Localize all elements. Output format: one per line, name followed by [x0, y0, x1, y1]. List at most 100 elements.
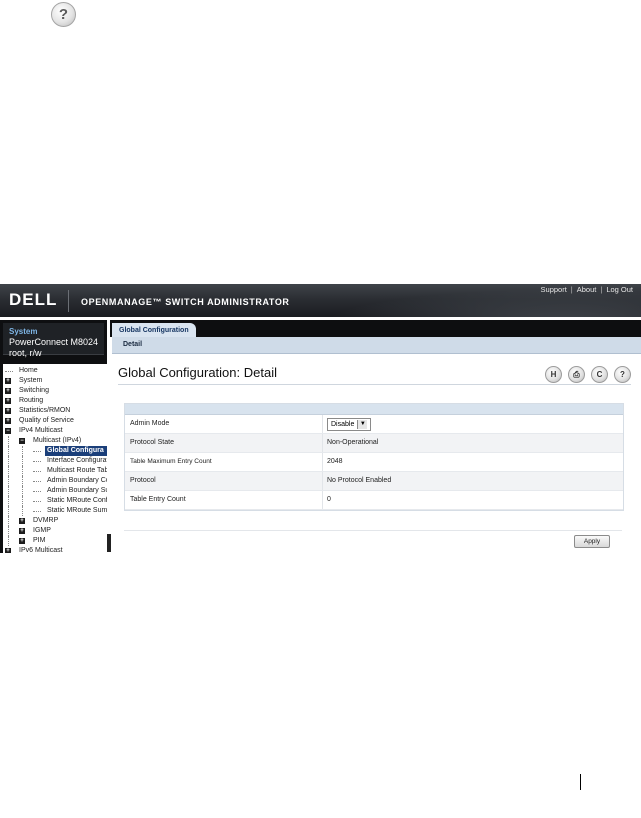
help-icon: ? — [51, 2, 76, 27]
table-row-protocol: Protocol No Protocol Enabled — [125, 472, 623, 491]
save-icon[interactable]: H — [545, 366, 562, 383]
row-label: Protocol State — [130, 439, 174, 446]
tree-guide-line — [22, 466, 23, 476]
nav-tree-item[interactable]: Admin Boundary Co — [45, 476, 107, 486]
tab-global-configuration[interactable]: Global Configuration — [112, 323, 196, 337]
header-bar: DELL OPENMANAGE™ SWITCH ADMINISTRATOR Su… — [0, 284, 641, 317]
support-link[interactable]: Support — [541, 285, 567, 294]
tree-guide-line — [8, 436, 9, 446]
nav-tree: Home + System + Switching + Routing + Statistics… — [3, 364, 107, 553]
help-icon[interactable]: ? — [614, 366, 631, 383]
about-link[interactable]: About — [577, 285, 597, 294]
refresh-icon[interactable]: C — [591, 366, 608, 383]
tree-guide-line — [8, 446, 9, 456]
collapse-icon[interactable]: − — [19, 438, 25, 444]
row-value: 2048 — [327, 458, 343, 465]
page-footer-rule — [580, 774, 581, 790]
tab-strip: Global Configuration — [110, 320, 641, 337]
tree-guide-line — [8, 466, 9, 476]
expand-icon[interactable]: + — [19, 518, 25, 524]
expand-icon[interactable]: + — [5, 398, 11, 404]
tree-guide-line — [22, 486, 23, 496]
logout-link[interactable]: Log Out — [606, 285, 633, 294]
main-panel: Global Configuration Detail Global Confi… — [110, 320, 641, 553]
row-label: Table Maximum Entry Count — [130, 458, 212, 465]
row-label: Admin Mode — [130, 420, 170, 427]
row-value: 0 — [327, 496, 331, 503]
table-row-admin-mode: Admin Mode Disable ▼ — [125, 415, 623, 434]
page-title: Global Configuration: Detail — [118, 365, 277, 380]
header-links: Support | About | Log Out — [541, 285, 633, 294]
tree-guide-line — [8, 526, 9, 536]
nav-tree-item[interactable]: IPv4 Multicast — [17, 426, 107, 436]
expand-icon[interactable]: + — [5, 548, 11, 553]
expand-icon[interactable]: + — [5, 418, 11, 424]
app-title: OPENMANAGE™ SWITCH ADMINISTRATOR — [81, 297, 290, 307]
select-value: Disable — [331, 421, 355, 428]
sub-tab-bar: Detail — [112, 337, 641, 354]
nav-tree-item[interactable]: Global Configura — [45, 446, 107, 456]
user-info: root, r/w — [9, 348, 42, 358]
system-label: System — [9, 327, 38, 336]
column-divider — [322, 415, 323, 433]
expand-icon[interactable]: + — [19, 528, 25, 534]
nav-tree-item[interactable]: Multicast Route Tab — [45, 466, 107, 476]
nav-tree-item[interactable]: Routing — [17, 396, 107, 406]
tree-branch-line — [33, 491, 41, 492]
column-divider — [322, 472, 323, 490]
nav-tree-item[interactable]: Static MRoute Confi — [45, 496, 107, 506]
nav-tree-item[interactable]: Switching — [17, 386, 107, 396]
row-value: No Protocol Enabled — [327, 477, 392, 484]
tree-branch-line — [33, 461, 41, 462]
switch-admin-screenshot: DELL OPENMANAGE™ SWITCH ADMINISTRATOR Su… — [0, 284, 641, 553]
nav-tree-item[interactable]: Multicast (IPv4) — [31, 436, 107, 446]
nav-tree-item[interactable]: Quality of Service — [17, 416, 107, 426]
tree-guide-line — [22, 476, 23, 486]
tree-guide-line — [8, 536, 9, 546]
nav-tree-item[interactable]: Admin Boundary Su — [45, 486, 107, 496]
dell-logo: DELL — [9, 290, 58, 309]
tree-branch-line — [33, 511, 41, 512]
device-name: PowerConnect M8024 — [9, 337, 99, 347]
tree-guide-line — [22, 496, 23, 506]
tree-guide-line — [22, 506, 23, 516]
row-label: Protocol — [130, 477, 156, 484]
table-header — [125, 404, 623, 415]
tree-guide-line — [8, 486, 9, 496]
system-info: System PowerConnect M8024 root, r/w — [3, 323, 104, 358]
subtab-detail[interactable]: Detail — [123, 341, 142, 348]
expand-icon[interactable]: + — [5, 388, 11, 394]
column-divider — [322, 434, 323, 452]
admin-mode-select[interactable]: Disable ▼ — [327, 418, 372, 431]
nav-tree-item[interactable]: IPv6 Multicast — [17, 546, 107, 553]
apply-button[interactable]: Apply — [574, 535, 610, 548]
nav-tree-item[interactable]: System — [17, 376, 107, 386]
title-divider — [118, 384, 631, 385]
sidebar: System PowerConnect M8024 root, r/w Home… — [0, 320, 107, 553]
nav-tree-item[interactable]: PIM — [31, 536, 107, 546]
print-icon[interactable]: ⎙ — [568, 366, 585, 383]
nav-tree-item[interactable]: IGMP — [31, 526, 107, 536]
nav-tree-item[interactable]: DVMRP — [31, 516, 107, 526]
column-divider — [322, 453, 323, 471]
table-row-protocol-state: Protocol State Non-Operational — [125, 434, 623, 453]
table-row-max-entry: Table Maximum Entry Count 2048 — [125, 453, 623, 472]
nav-tree-item[interactable]: Static MRoute Summ — [45, 506, 107, 516]
tree-guide-line — [8, 506, 9, 516]
tree-guide-line — [22, 456, 23, 466]
link-separator: | — [570, 285, 573, 294]
tree-branch-line — [33, 451, 41, 452]
table-row-entry-count: Table Entry Count 0 — [125, 491, 623, 510]
row-value: Non-Operational — [327, 439, 379, 446]
nav-tree-item[interactable]: Interface Configurati — [45, 456, 107, 466]
expand-icon[interactable]: + — [19, 538, 25, 544]
nav-tree-item[interactable]: Home — [17, 366, 107, 376]
tree-branch-line — [5, 371, 13, 372]
tree-branch-line — [33, 501, 41, 502]
expand-icon[interactable]: + — [5, 378, 11, 384]
expand-icon[interactable]: + — [5, 408, 11, 414]
nav-tree-item[interactable]: Statistics/RMON — [17, 406, 107, 416]
column-divider — [322, 491, 323, 509]
footer-divider — [124, 530, 622, 531]
collapse-icon[interactable]: − — [5, 428, 11, 434]
